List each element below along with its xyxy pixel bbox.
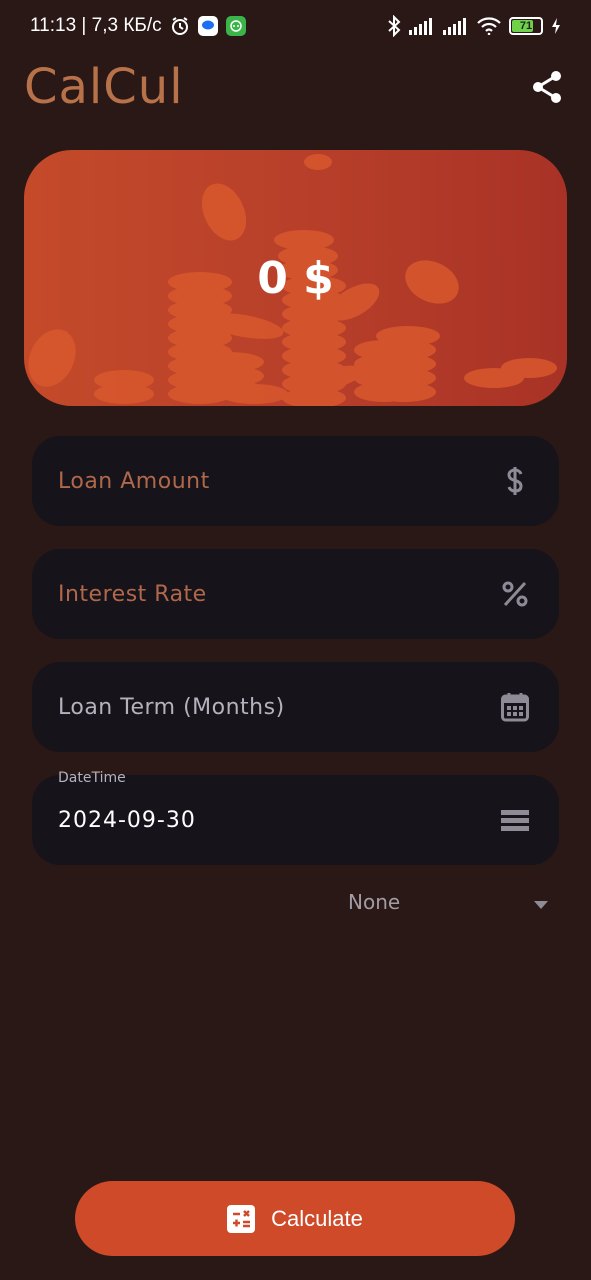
dollar-icon [497, 463, 533, 499]
result-amount: 0 $ [257, 252, 334, 304]
dropdown-arrow-icon [534, 890, 548, 914]
type-dropdown[interactable]: None [348, 885, 548, 919]
calculator-icon [227, 1204, 256, 1233]
loan-term-field[interactable]: Loan Term (Months) [32, 662, 559, 752]
app-title: CalCul [24, 59, 184, 115]
calendar-icon [497, 689, 533, 725]
loan-term-placeholder: Loan Term (Months) [58, 694, 285, 720]
calculate-button[interactable]: Calculate [75, 1181, 515, 1256]
percent-icon [497, 576, 533, 612]
loan-amount-placeholder: Loan Amount [58, 468, 210, 494]
wifi-icon [477, 17, 501, 35]
interest-rate-field[interactable]: Interest Rate [32, 549, 559, 639]
share-icon [533, 71, 561, 103]
messages-icon [197, 16, 218, 36]
app-header: CalCul [0, 52, 591, 122]
calculate-label: Calculate [271, 1205, 363, 1231]
share-button[interactable] [527, 67, 567, 107]
charging-icon [551, 18, 561, 34]
status-left: 11:13 | 7,3 КБ/с [30, 15, 246, 37]
dropdown-selected: None [348, 890, 401, 914]
status-right: 71 [387, 15, 561, 37]
battery-icon: 71 [509, 17, 543, 35]
status-time: 11:13 | 7,3 КБ/с [30, 15, 162, 36]
datetime-field[interactable]: 2024-09-30 [32, 775, 559, 865]
result-card: 0 $ [24, 150, 567, 406]
datetime-label: DateTime [58, 770, 126, 786]
status-bar: 11:13 | 7,3 КБ/с 71 [0, 0, 591, 52]
loan-amount-field[interactable]: Loan Amount [32, 436, 559, 526]
alarm-icon [170, 16, 190, 36]
bluetooth-icon [387, 15, 401, 37]
signal-icon [443, 17, 469, 35]
android-app-icon [225, 16, 246, 36]
battery-level: 71 [519, 20, 533, 32]
menu-icon[interactable] [497, 802, 533, 838]
interest-rate-placeholder: Interest Rate [58, 581, 207, 607]
datetime-value: 2024-09-30 [58, 807, 196, 833]
signal-icon [409, 17, 435, 35]
